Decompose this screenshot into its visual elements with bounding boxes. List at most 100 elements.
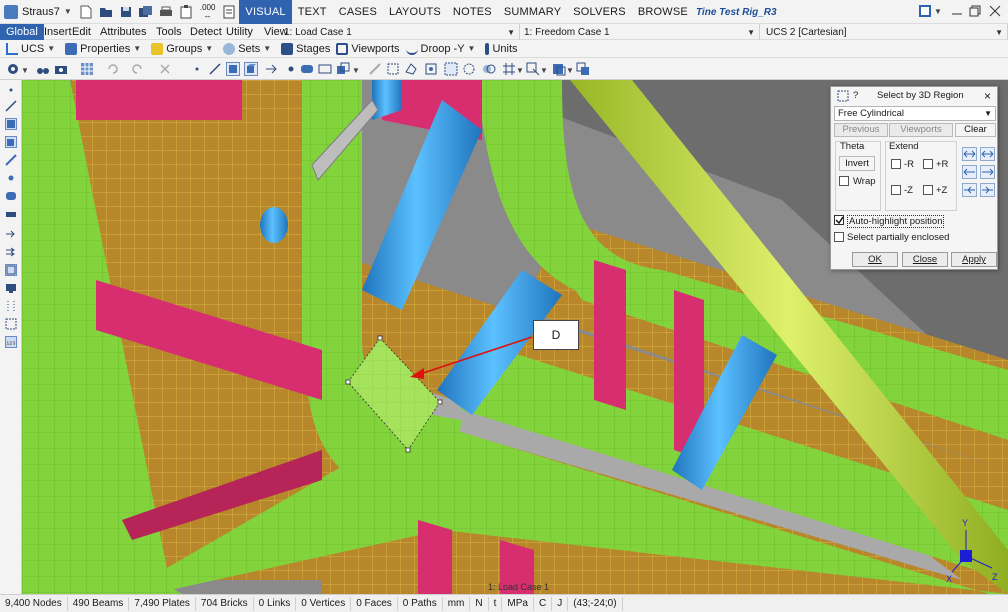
groups-button[interactable]: Groups ▼ [151,42,217,55]
arrows-shrink-icon[interactable] [962,183,977,197]
menu-visual[interactable]: VISUAL [239,0,292,24]
beam-line-icon[interactable] [208,62,222,76]
save-all-icon[interactable] [138,4,154,20]
rectangle-select-icon[interactable] [386,62,400,76]
menu-layouts[interactable]: LAYOUTS [383,0,447,24]
link-icon[interactable] [5,154,17,166]
open-folder-icon[interactable] [98,4,114,20]
dialog-titlebar[interactable]: ? Select by 3D Region × [831,87,997,105]
brick-icon[interactable] [5,136,17,148]
chevron-down-icon[interactable]: ▼ [540,66,548,75]
path-icon[interactable] [318,62,332,76]
menu-solvers[interactable]: SOLVERS [567,0,632,24]
pos-z-checkbox[interactable] [923,185,933,195]
binoculars-icon[interactable] [36,62,50,76]
menu-browse[interactable]: BROWSE [632,0,694,24]
selection-handle[interactable] [437,399,443,405]
numbering-icon[interactable]: ₁₂₃ [5,336,17,348]
wrap-checkbox[interactable] [839,176,849,186]
plate-icon[interactable] [5,118,17,130]
sets-button[interactable]: Sets ▼ [223,42,275,55]
settings-gear-icon[interactable] [6,62,20,76]
close-icon[interactable]: × [984,89,991,103]
selection-handle[interactable] [345,379,351,385]
copy-entities-icon[interactable] [576,62,590,76]
region-type-select[interactable]: Free Cylindrical ▼ [834,106,996,121]
close-button[interactable]: Close [902,252,948,267]
cube-select-icon[interactable] [424,62,438,76]
layers-icon[interactable] [336,62,350,76]
droop-button[interactable]: Droop -Y ▼ [405,43,480,55]
ok-button[interactable]: OK [852,252,898,267]
vertex-icon[interactable] [5,172,17,184]
close-window-icon[interactable] [988,4,1002,18]
load-case-combo[interactable]: 1: Load Case 1 ▼ [280,24,520,40]
vertex-dot-icon[interactable] [284,62,298,76]
ucs-button[interactable]: UCS ▼ [6,42,59,55]
arrow-link-icon[interactable] [264,62,278,76]
polygon-select-icon[interactable] [404,62,418,76]
properties-button[interactable]: Properties ▼ [65,42,145,55]
layout-toggle-icon[interactable] [918,4,932,18]
report-icon[interactable] [221,4,237,20]
viewports-button[interactable]: Viewports [336,42,400,55]
viewports-button[interactable]: Viewports [889,123,953,137]
select-partial-checkbox[interactable] [834,232,844,242]
auto-highlight-checkbox[interactable] [834,215,844,225]
geometry-face-icon[interactable] [5,190,17,202]
menu-summary[interactable]: SUMMARY [498,0,567,24]
pencil-icon[interactable] [368,62,382,76]
group-select-icon[interactable] [482,62,496,76]
attach-icon[interactable] [5,264,17,276]
tab-tools[interactable]: Tools [150,24,188,40]
region-select-icon[interactable] [444,62,458,76]
move-icon[interactable] [5,246,17,258]
ucs-combo[interactable]: UCS 2 [Cartesian] ▼ [762,24,1008,40]
filter-select-icon[interactable] [526,62,540,76]
number-format-button[interactable]: .000 ↔ [200,3,216,20]
grid-select-icon[interactable] [80,62,94,76]
plate-select-icon[interactable] [226,62,240,76]
help-button[interactable]: ? [853,90,858,101]
camera-icon[interactable] [54,62,68,76]
neg-z-checkbox[interactable] [891,185,901,195]
monitor-icon[interactable] [5,282,17,294]
brick-select-icon[interactable] [244,62,258,76]
path-icon[interactable] [5,208,17,220]
app-name[interactable]: Straus7 [22,6,60,18]
sphere-select-icon[interactable] [462,62,476,76]
hash-grid-icon[interactable] [502,62,516,76]
units-button[interactable]: Units [485,42,518,55]
chevron-down-icon[interactable]: ▼ [21,66,29,75]
save-icon[interactable] [118,4,134,20]
tab-attributes[interactable]: Attributes [94,24,152,40]
node-dot-icon[interactable] [5,84,17,96]
menu-notes[interactable]: NOTES [447,0,498,24]
redo-icon[interactable] [130,62,144,76]
face-icon[interactable] [300,62,314,76]
tab-utility[interactable]: Utility [220,24,259,40]
clipboard-icon[interactable] [178,4,194,20]
layout-chevron-icon[interactable]: ▼ [934,7,942,16]
dot-icon[interactable] [190,62,204,76]
stages-button[interactable]: Stages [281,42,330,55]
arrows-inward-icon[interactable] [962,147,977,161]
print-icon[interactable] [158,4,174,20]
new-file-icon[interactable] [78,4,94,20]
dotted-grid-icon[interactable] [5,300,17,312]
pos-r-checkbox[interactable] [923,159,933,169]
arrows-left-icon[interactable] [962,165,977,179]
beam-line-icon[interactable] [5,100,17,112]
invert-button[interactable]: Invert [839,156,875,171]
select-all-icon[interactable] [5,318,17,330]
chevron-down-icon[interactable]: ▼ [516,66,524,75]
restore-icon[interactable] [968,4,982,18]
selection-handle[interactable] [405,447,411,453]
minimize-icon[interactable] [950,4,964,18]
visibility-icon[interactable] [552,62,566,76]
freedom-case-combo[interactable]: 1: Freedom Case 1 ▼ [520,24,760,40]
chevron-down-icon[interactable]: ▼ [352,66,360,75]
arrow-right-icon[interactable] [5,228,17,240]
arrows-right-icon[interactable] [980,165,995,179]
previous-button[interactable]: Previous [834,123,888,137]
